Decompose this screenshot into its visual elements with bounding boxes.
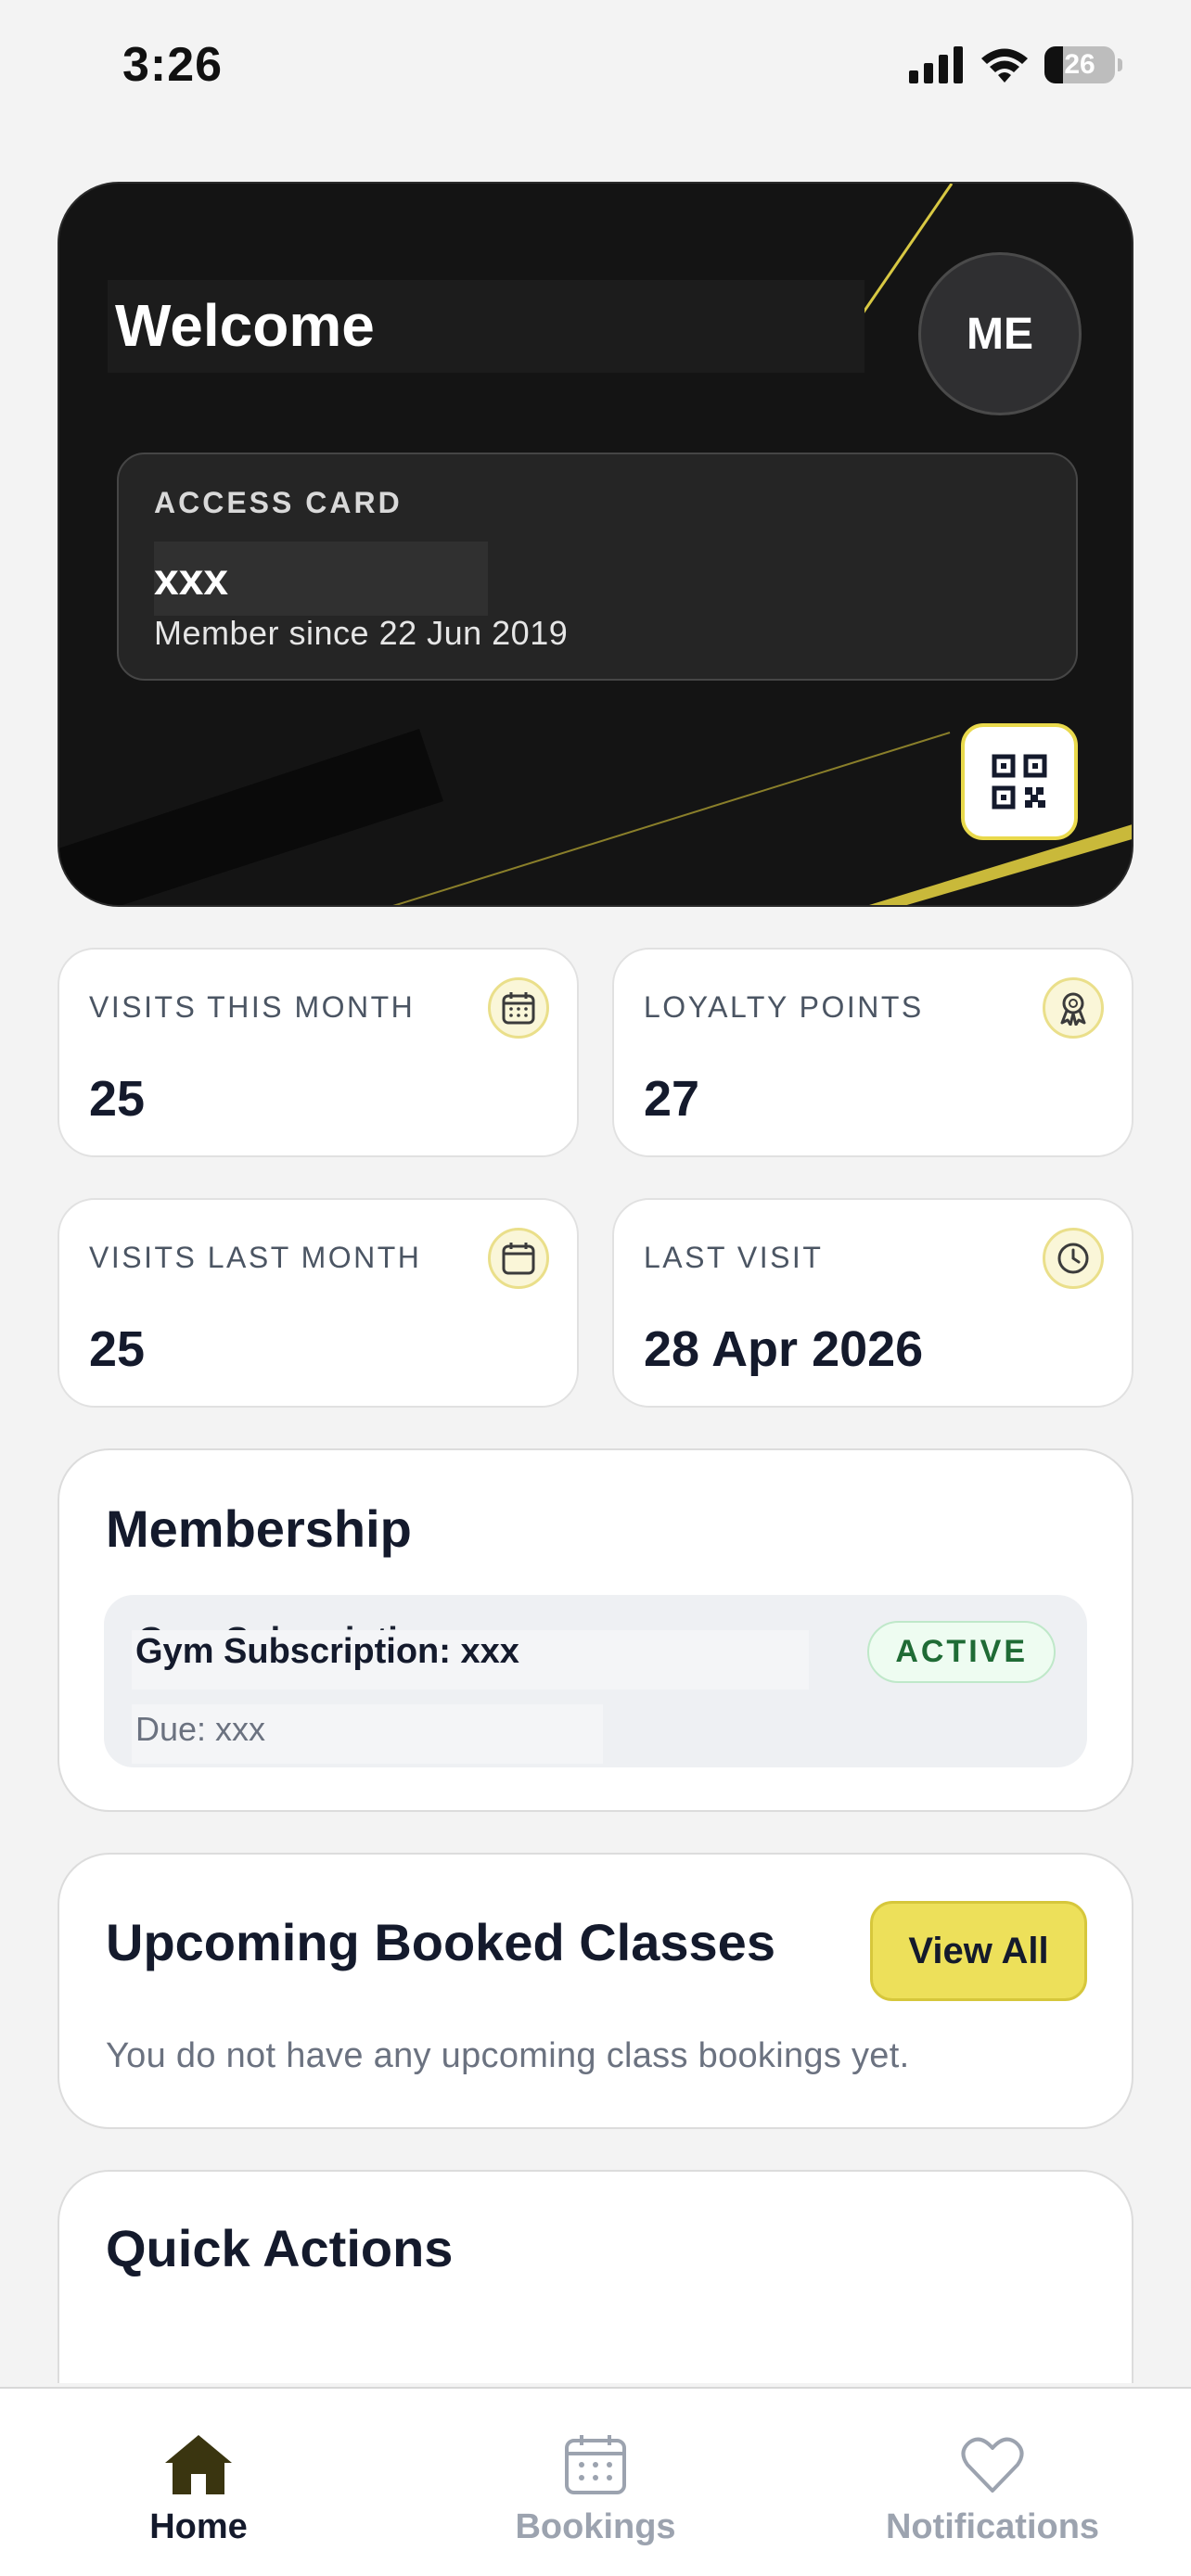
stat-label: VISITS THIS MONTH: [89, 990, 416, 1024]
battery-percent: 26: [1064, 49, 1095, 80]
stat-value: 25: [89, 1321, 146, 1377]
qr-code-icon: [992, 754, 1047, 810]
status-badge: ACTIVE: [867, 1621, 1056, 1683]
upcoming-classes-panel: Upcoming Booked Classes View All You do …: [58, 1853, 1133, 2129]
avatar[interactable]: ME: [918, 252, 1082, 415]
welcome-card: Welcome ME ACCESS CARD xxx Member since …: [58, 182, 1133, 907]
stat-label: LAST VISIT: [644, 1241, 824, 1274]
battery-cap: [1118, 58, 1122, 71]
stat-visits-this-month: VISITS THIS MONTH 25: [58, 948, 579, 1157]
tab-home[interactable]: Home: [59, 2433, 338, 2547]
stat-loyalty-points: LOYALTY POINTS 27: [612, 948, 1133, 1157]
status-bar: 3:26 26: [0, 0, 1191, 130]
stat-value: 28 Apr 2026: [644, 1321, 924, 1377]
tab-notifications[interactable]: Notifications: [853, 2433, 1132, 2547]
welcome-title: Welcome: [115, 292, 375, 359]
access-card-label: ACCESS CARD: [154, 486, 403, 519]
tab-label: Home: [149, 2507, 248, 2546]
stat-last-visit: LAST VISIT 28 Apr 2026: [612, 1198, 1133, 1408]
signal-icon: [909, 46, 963, 83]
membership-item[interactable]: Gym Subscription: xxx Gym Subscription: …: [104, 1595, 1087, 1767]
status-time: 3:26: [122, 38, 224, 92]
view-all-button[interactable]: View All: [870, 1901, 1087, 2001]
stat-value: 25: [89, 1071, 146, 1127]
stat-label: VISITS LAST MONTH: [89, 1241, 422, 1274]
membership-name: Gym Subscription: xxx: [135, 1632, 519, 1671]
heart-icon: [961, 2437, 1024, 2493]
tab-bar: Home Bookings Notifications: [0, 2387, 1191, 2576]
qr-code-button[interactable]: [961, 723, 1078, 840]
calendar-icon: [488, 1228, 549, 1289]
membership-due: Due: xxx: [135, 1710, 266, 1748]
calendar-icon: [565, 2435, 626, 2494]
membership-panel: Membership Gym Subscription: xxx Gym Sub…: [58, 1448, 1133, 1812]
tab-bookings[interactable]: Bookings: [456, 2433, 735, 2547]
tab-label: Bookings: [515, 2507, 676, 2546]
wifi-icon: [981, 48, 1028, 83]
upcoming-classes-title: Upcoming Booked Classes: [106, 1913, 775, 1971]
stat-visits-last-month: VISITS LAST MONTH 25: [58, 1198, 579, 1408]
membership-title: Membership: [106, 1499, 412, 1558]
status-icons: 26: [909, 46, 1122, 83]
stat-label: LOYALTY POINTS: [644, 990, 924, 1024]
member-since: Member since 22 Jun 2019: [154, 614, 569, 652]
home-icon: [165, 2435, 232, 2494]
award-ribbon-icon: [1043, 977, 1104, 1039]
tab-label: Notifications: [885, 2507, 1100, 2546]
quick-actions-panel: Quick Actions: [58, 2170, 1133, 2383]
stat-value: 27: [644, 1071, 700, 1127]
battery-indicator: 26: [1044, 46, 1122, 83]
member-name: xxx: [154, 555, 229, 605]
empty-bookings-message: You do not have any upcoming class booki…: [106, 2036, 910, 2075]
quick-actions-title: Quick Actions: [106, 2219, 454, 2277]
clock-icon: [1043, 1228, 1104, 1289]
calendar-grid-icon: [488, 977, 549, 1039]
access-card: ACCESS CARD xxx Member since 22 Jun 2019: [117, 453, 1078, 681]
